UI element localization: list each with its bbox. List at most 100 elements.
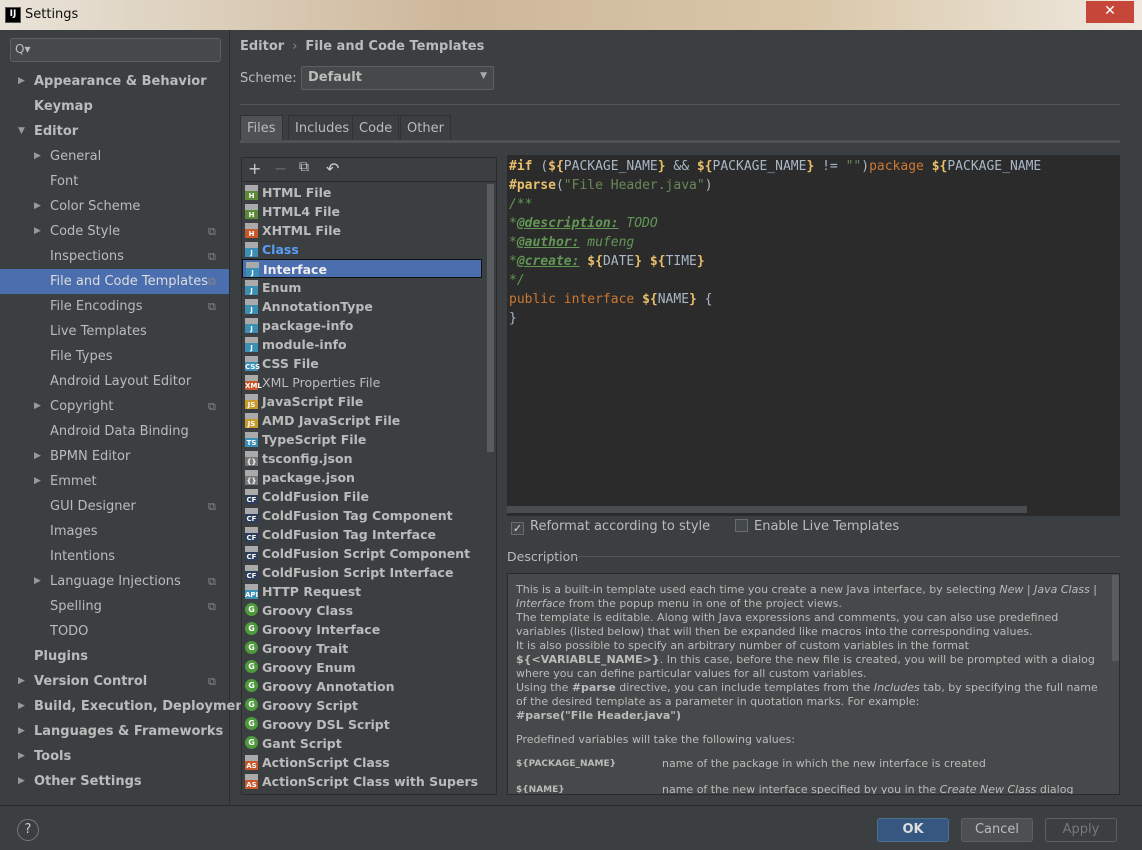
sidebar-item-other-settings[interactable]: ▶ Other Settings <box>0 769 229 794</box>
collapsed-arrow-icon[interactable]: ▶ <box>18 719 25 744</box>
expanded-arrow-icon[interactable]: ▼ <box>18 119 25 144</box>
tab-other[interactable]: Other <box>400 115 451 140</box>
template-item[interactable]: CF ColdFusion Script Component <box>242 544 482 563</box>
template-code-editor[interactable]: #if (${PACKAGE_NAME} && ${PACKAGE_NAME} … <box>507 155 1120 516</box>
collapsed-arrow-icon[interactable]: ▶ <box>34 444 41 469</box>
add-icon[interactable]: + <box>248 159 261 178</box>
help-button[interactable]: ? <box>17 819 39 841</box>
template-item[interactable]: G Groovy Annotation <box>242 677 482 696</box>
close-button[interactable]: ✕ <box>1086 1 1134 23</box>
settings-search-input[interactable]: Q▾ <box>10 38 221 62</box>
sidebar-item-bpmn-editor[interactable]: ▶ BPMN Editor <box>0 444 229 469</box>
sidebar-item-spelling[interactable]: Spelling ⧉ <box>0 594 229 619</box>
sidebar-item-languages-frameworks[interactable]: ▶ Languages & Frameworks <box>0 719 229 744</box>
template-item[interactable]: G Groovy Enum <box>242 658 482 677</box>
template-item[interactable]: CF ColdFusion Tag Interface <box>242 525 482 544</box>
sidebar-item-appearance-behavior[interactable]: ▶ Appearance & Behavior <box>0 69 229 94</box>
sidebar-item-keymap[interactable]: Keymap <box>0 94 229 119</box>
breadcrumb-parent[interactable]: Editor <box>240 39 284 54</box>
sidebar-item-build-execution-deployment[interactable]: ▶ Build, Execution, Deployment <box>0 694 251 719</box>
collapsed-arrow-icon[interactable]: ▶ <box>34 569 41 594</box>
template-item[interactable]: JS JavaScript File <box>242 392 482 411</box>
template-item[interactable]: {} package.json <box>242 468 482 487</box>
template-item[interactable]: G Groovy Class <box>242 601 482 620</box>
sidebar-item-version-control[interactable]: ▶ Version Control ⧉ <box>0 669 229 694</box>
template-item[interactable]: TS TypeScript File <box>242 430 482 449</box>
sidebar-item-font[interactable]: Font <box>0 169 229 194</box>
tab-code[interactable]: Code <box>352 115 400 140</box>
collapsed-arrow-icon[interactable]: ▶ <box>34 144 41 169</box>
sidebar-item-android-layout-editor[interactable]: Android Layout Editor <box>0 369 229 394</box>
sidebar-item-label: Emmet <box>50 474 97 489</box>
template-item[interactable]: XML XML Properties File <box>242 373 482 392</box>
sidebar-item-todo[interactable]: TODO <box>0 619 229 644</box>
sidebar-item-images[interactable]: Images <box>0 519 229 544</box>
copy-icon[interactable]: ⧉ <box>299 159 309 175</box>
template-item[interactable]: CSS CSS File <box>242 354 482 373</box>
sidebar-item-general[interactable]: ▶ General <box>0 144 229 169</box>
template-item[interactable]: G Groovy Script <box>242 696 482 715</box>
template-item[interactable]: G Groovy Interface <box>242 620 482 639</box>
collapsed-arrow-icon[interactable]: ▶ <box>18 769 25 794</box>
template-item[interactable]: {} tsconfig.json <box>242 449 482 468</box>
template-item[interactable]: CF ColdFusion Tag Component <box>242 506 482 525</box>
sidebar-item-code-style[interactable]: ▶ Code Style ⧉ <box>0 219 229 244</box>
template-label: XML Properties File <box>262 375 381 390</box>
sidebar-item-emmet[interactable]: ▶ Emmet <box>0 469 229 494</box>
tab-includes[interactable]: Includes <box>288 115 357 140</box>
template-item[interactable]: J Class <box>242 240 482 259</box>
sidebar-item-file-encodings[interactable]: File Encodings ⧉ <box>0 294 229 319</box>
sidebar-item-file-types[interactable]: File Types <box>0 344 229 369</box>
collapsed-arrow-icon[interactable]: ▶ <box>34 219 41 244</box>
ok-button[interactable]: OK <box>877 818 949 842</box>
file-type-icon: J <box>245 318 258 333</box>
description-scrollbar[interactable] <box>1112 575 1119 661</box>
sidebar-item-intentions[interactable]: Intentions <box>0 544 229 569</box>
collapsed-arrow-icon[interactable]: ▶ <box>34 194 41 219</box>
apply-button[interactable]: Apply <box>1045 818 1117 842</box>
template-item[interactable]: G Groovy Trait <box>242 639 482 658</box>
sidebar-item-plugins[interactable]: Plugins <box>0 644 229 669</box>
template-item[interactable]: J AnnotationType <box>242 297 482 316</box>
template-item[interactable]: J Interface <box>242 259 482 278</box>
cancel-button[interactable]: Cancel <box>961 818 1033 842</box>
reformat-checkbox[interactable]: ✓ Reformat according to style <box>511 519 710 535</box>
template-item[interactable]: G Groovy DSL Script <box>242 715 482 734</box>
template-item[interactable]: H HTML File <box>242 183 482 202</box>
template-item[interactable]: H HTML4 File <box>242 202 482 221</box>
template-item[interactable]: CF ColdFusion File <box>242 487 482 506</box>
sidebar-item-live-templates[interactable]: Live Templates <box>0 319 229 344</box>
sidebar-item-color-scheme[interactable]: ▶ Color Scheme <box>0 194 229 219</box>
sidebar-item-gui-designer[interactable]: GUI Designer ⧉ <box>0 494 229 519</box>
template-item[interactable]: H XHTML File <box>242 221 482 240</box>
template-item[interactable]: J Enum <box>242 278 482 297</box>
template-item[interactable]: Jmodule-info <box>242 335 482 354</box>
enable-live-templates-checkbox[interactable]: Enable Live Templates <box>735 519 899 534</box>
template-item[interactable]: CF ColdFusion Script Interface <box>242 563 482 582</box>
sidebar-item-language-injections[interactable]: ▶ Language Injections ⧉ <box>0 569 229 594</box>
sidebar-item-file-and-code-templates[interactable]: File and Code Templates ⧉ <box>0 269 229 294</box>
sidebar-item-editor[interactable]: ▼ Editor <box>0 119 229 144</box>
sidebar-item-copyright[interactable]: ▶ Copyright ⧉ <box>0 394 229 419</box>
template-item[interactable]: G Gant Script <box>242 734 482 753</box>
collapsed-arrow-icon[interactable]: ▶ <box>34 469 41 494</box>
remove-icon[interactable]: − <box>274 159 287 178</box>
sidebar-item-tools[interactable]: ▶ Tools <box>0 744 229 769</box>
sidebar-item-inspections[interactable]: Inspections ⧉ <box>0 244 229 269</box>
collapsed-arrow-icon[interactable]: ▶ <box>18 669 25 694</box>
collapsed-arrow-icon[interactable]: ▶ <box>34 394 41 419</box>
tab-files[interactable]: Files <box>240 115 283 140</box>
editor-horizontal-scrollbar[interactable] <box>507 506 1027 513</box>
template-item[interactable]: AS ActionScript Class <box>242 753 482 772</box>
template-item[interactable]: AS ActionScript Class with Supers <box>242 772 482 791</box>
template-item[interactable]: Jpackage-info <box>242 316 482 335</box>
collapsed-arrow-icon[interactable]: ▶ <box>18 694 25 719</box>
list-scrollbar[interactable] <box>487 184 494 452</box>
sidebar-item-android-data-binding[interactable]: Android Data Binding <box>0 419 229 444</box>
scheme-dropdown[interactable]: Default ▼ <box>301 66 494 90</box>
collapsed-arrow-icon[interactable]: ▶ <box>18 69 25 94</box>
template-item[interactable]: API HTTP Request <box>242 582 482 601</box>
collapsed-arrow-icon[interactable]: ▶ <box>18 744 25 769</box>
template-item[interactable]: JS AMD JavaScript File <box>242 411 482 430</box>
reset-icon[interactable]: ↶ <box>326 159 339 178</box>
